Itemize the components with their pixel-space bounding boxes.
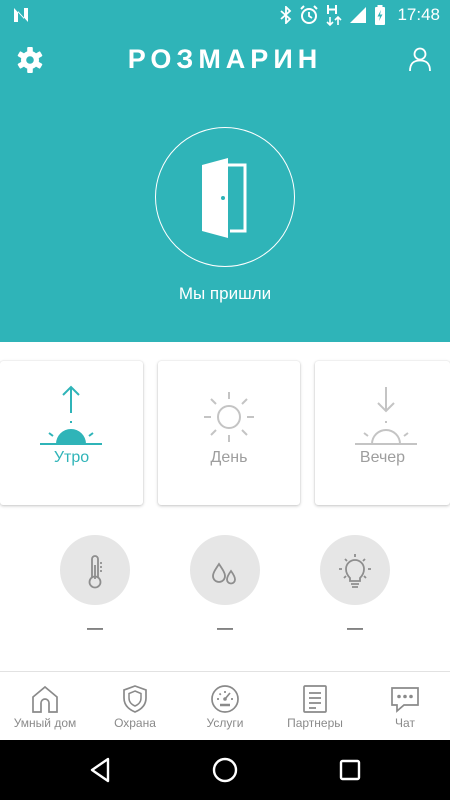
temperature-sensor[interactable]	[60, 535, 130, 605]
thermometer-icon	[88, 555, 102, 589]
scenario-card-morning[interactable]: Утро	[0, 361, 143, 505]
app-title: РОЗМАРИН	[127, 44, 323, 74]
scenario-card-day[interactable]: День	[158, 361, 300, 505]
system-nav-bar	[0, 740, 450, 800]
data-h-icon	[326, 5, 343, 26]
home-circle-icon[interactable]	[211, 753, 239, 787]
nav-label: Услуги	[206, 716, 244, 730]
sun-icon	[204, 392, 254, 442]
back-icon[interactable]	[88, 753, 112, 787]
user-icon[interactable]	[405, 44, 435, 74]
nav-item-security[interactable]: Охрана	[90, 672, 180, 741]
home-icon	[32, 685, 58, 713]
alarm-icon	[300, 5, 319, 24]
nav-item-chat[interactable]: Чат	[360, 672, 450, 741]
recents-icon[interactable]	[338, 753, 362, 787]
sunset-icon	[355, 387, 417, 445]
arrived-button[interactable]	[155, 127, 295, 267]
humidity-drops-icon	[212, 562, 236, 585]
humidity-sensor[interactable]	[190, 535, 260, 605]
n-logo-icon	[14, 8, 28, 22]
door-icon	[202, 158, 247, 238]
chat-icon	[391, 687, 419, 713]
nav-item-partners[interactable]: Партнеры	[270, 672, 360, 741]
nav-item-services[interactable]: Услуги	[180, 672, 270, 741]
status-bar: 17:48	[0, 0, 450, 30]
shield-icon	[123, 685, 147, 713]
nav-label: Партнеры	[287, 716, 343, 730]
nav-label: Чат	[395, 716, 415, 730]
scenario-label: Утро	[53, 449, 90, 466]
light-sensor[interactable]	[320, 535, 390, 605]
signal-icon	[350, 7, 367, 23]
humidity-value: —	[217, 620, 233, 637]
door-label: Мы пришли	[178, 284, 272, 303]
sunrise-icon	[40, 385, 102, 445]
document-icon	[303, 685, 327, 713]
light-bulb-icon	[339, 554, 371, 588]
nav-label: Охрана	[114, 716, 156, 730]
scenario-label: Вечер	[359, 449, 406, 466]
bluetooth-icon	[280, 6, 292, 24]
scenario-label: День	[210, 449, 248, 466]
battery-charging-icon	[375, 5, 386, 25]
nav-label: Умный дом	[13, 716, 77, 730]
temperature-value: —	[87, 620, 103, 637]
header: РОЗМАРИН Мы пришли	[0, 30, 450, 342]
gauge-icon	[211, 685, 239, 713]
status-time: 17:48	[397, 5, 440, 24]
scenario-card-evening[interactable]: Вечер	[315, 361, 450, 505]
status-icons: 17:48	[280, 0, 440, 30]
light-value: —	[347, 620, 363, 637]
bottom-nav: Умный дом Охрана Услуги Партнеры Чат	[0, 671, 450, 740]
nav-item-smart-home[interactable]: Умный дом	[0, 672, 90, 741]
